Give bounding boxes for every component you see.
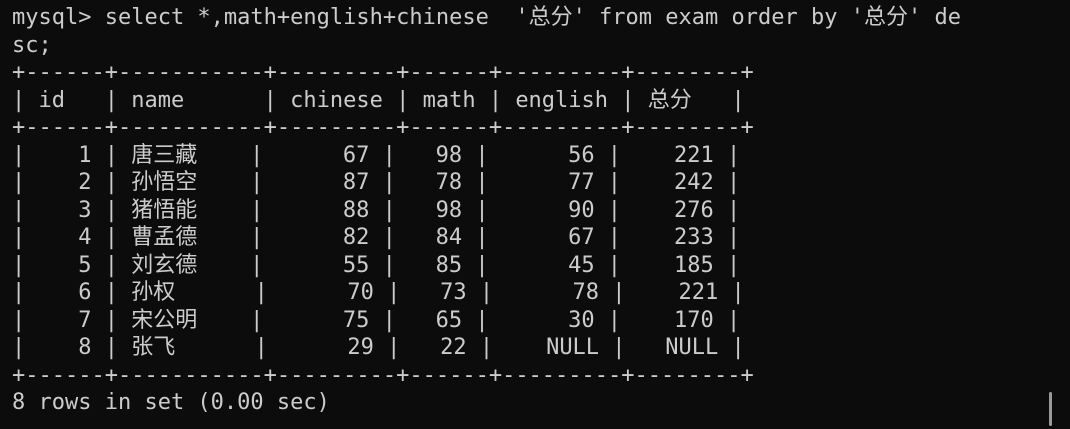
sql-command: select *,math+english+chinese '总分' from … bbox=[104, 5, 961, 30]
scrollbar-thumb[interactable] bbox=[1049, 392, 1052, 426]
table-row: | 2 | 孙悟空 | 87 | 78 | 77 | 242 | bbox=[12, 170, 741, 195]
table-border-bottom: +------+-----------+---------+------+---… bbox=[12, 362, 754, 388]
command-line-continuation: sc; bbox=[12, 32, 52, 58]
table-row: | 1 | 唐三藏 | 67 | 98 | 56 | 221 | bbox=[12, 142, 741, 168]
table-row: | 5 | 刘玄德 | 55 | 85 | 45 | 185 | bbox=[12, 252, 741, 278]
mysql-prompt: mysql> bbox=[12, 5, 105, 30]
table-row: | 8 | 张飞 | 29 | 22 | NULL | NULL | bbox=[12, 335, 745, 360]
command-line: mysql> select *,math+english+chinese '总分… bbox=[12, 4, 1070, 32]
table-header-row: | id | name | chinese | math | english |… bbox=[12, 87, 745, 113]
terminal-window[interactable]: mysql> select *,math+english+chinese '总分… bbox=[0, 0, 1070, 429]
table-border-top: +------+-----------+---------+------+---… bbox=[12, 60, 754, 85]
table-row: | 3 | 猪悟能 | 88 | 98 | 90 | 276 | bbox=[12, 197, 741, 223]
table-row: | 4 | 曹孟德 | 82 | 84 | 67 | 233 | bbox=[12, 225, 741, 250]
table-row: | 6 | 孙权 | 70 | 73 | 78 | 221 | bbox=[12, 280, 745, 305]
table-row: | 7 | 宋公明 | 75 | 65 | 30 | 170 | bbox=[12, 307, 741, 333]
result-summary: 8 rows in set (0.00 sec) bbox=[12, 390, 330, 415]
table-border-header: +------+-----------+---------+------+---… bbox=[12, 115, 754, 140]
